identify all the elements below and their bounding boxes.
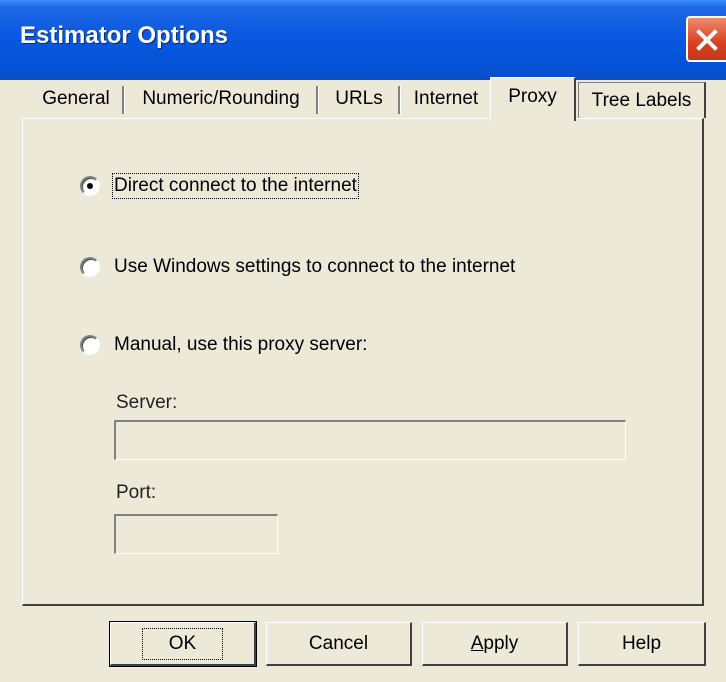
close-icon	[696, 29, 718, 51]
radio-button-checked[interactable]	[80, 176, 100, 196]
cancel-button[interactable]: Cancel	[266, 622, 412, 666]
ok-button[interactable]: OK	[109, 621, 257, 667]
radio-label: Use Windows settings to connect to the i…	[114, 256, 516, 277]
tab-tree-labels[interactable]: Tree Labels	[578, 82, 706, 118]
tab-label: Tree Labels	[591, 89, 692, 111]
port-label: Port:	[116, 482, 157, 503]
radio-label: Direct connect to the internet	[112, 173, 359, 199]
tab-proxy[interactable]: Proxy	[490, 77, 576, 121]
accelerator-key: A	[470, 632, 484, 654]
server-input[interactable]	[114, 420, 626, 460]
button-label: Apply	[470, 632, 519, 654]
button-label: Cancel	[308, 632, 369, 654]
radio-label: Manual, use this proxy server:	[114, 334, 368, 355]
radio-button[interactable]	[80, 335, 100, 355]
button-label: Help	[621, 632, 662, 654]
server-label: Server:	[116, 392, 178, 413]
radio-direct-connect[interactable]: Direct connect to the internet	[80, 173, 359, 199]
window-title: Estimator Options	[20, 22, 229, 49]
radio-manual-proxy[interactable]: Manual, use this proxy server:	[80, 334, 367, 356]
tab-label: Proxy	[508, 86, 557, 107]
tab-general[interactable]: General	[28, 80, 124, 118]
radio-windows-settings[interactable]: Use Windows settings to connect to the i…	[80, 256, 515, 278]
tab-internet[interactable]: Internet	[400, 80, 492, 118]
title-bar[interactable]: Estimator Options	[0, 0, 726, 80]
button-label: OK	[141, 627, 224, 660]
tab-numeric-rounding[interactable]: Numeric/Rounding	[124, 80, 318, 118]
radio-button[interactable]	[80, 257, 100, 277]
help-button[interactable]: Help	[578, 622, 706, 666]
tab-label: URLs	[335, 88, 383, 109]
tab-urls[interactable]: URLs	[318, 80, 400, 118]
estimator-options-dialog: Estimator Options General Numeric/Roundi…	[0, 0, 726, 682]
tab-label: Internet	[413, 88, 479, 109]
apply-button[interactable]: Apply	[422, 622, 568, 666]
port-input[interactable]	[114, 514, 278, 554]
close-button[interactable]	[686, 16, 726, 62]
tab-label: Numeric/Rounding	[142, 88, 300, 109]
tab-label: General	[42, 88, 110, 109]
